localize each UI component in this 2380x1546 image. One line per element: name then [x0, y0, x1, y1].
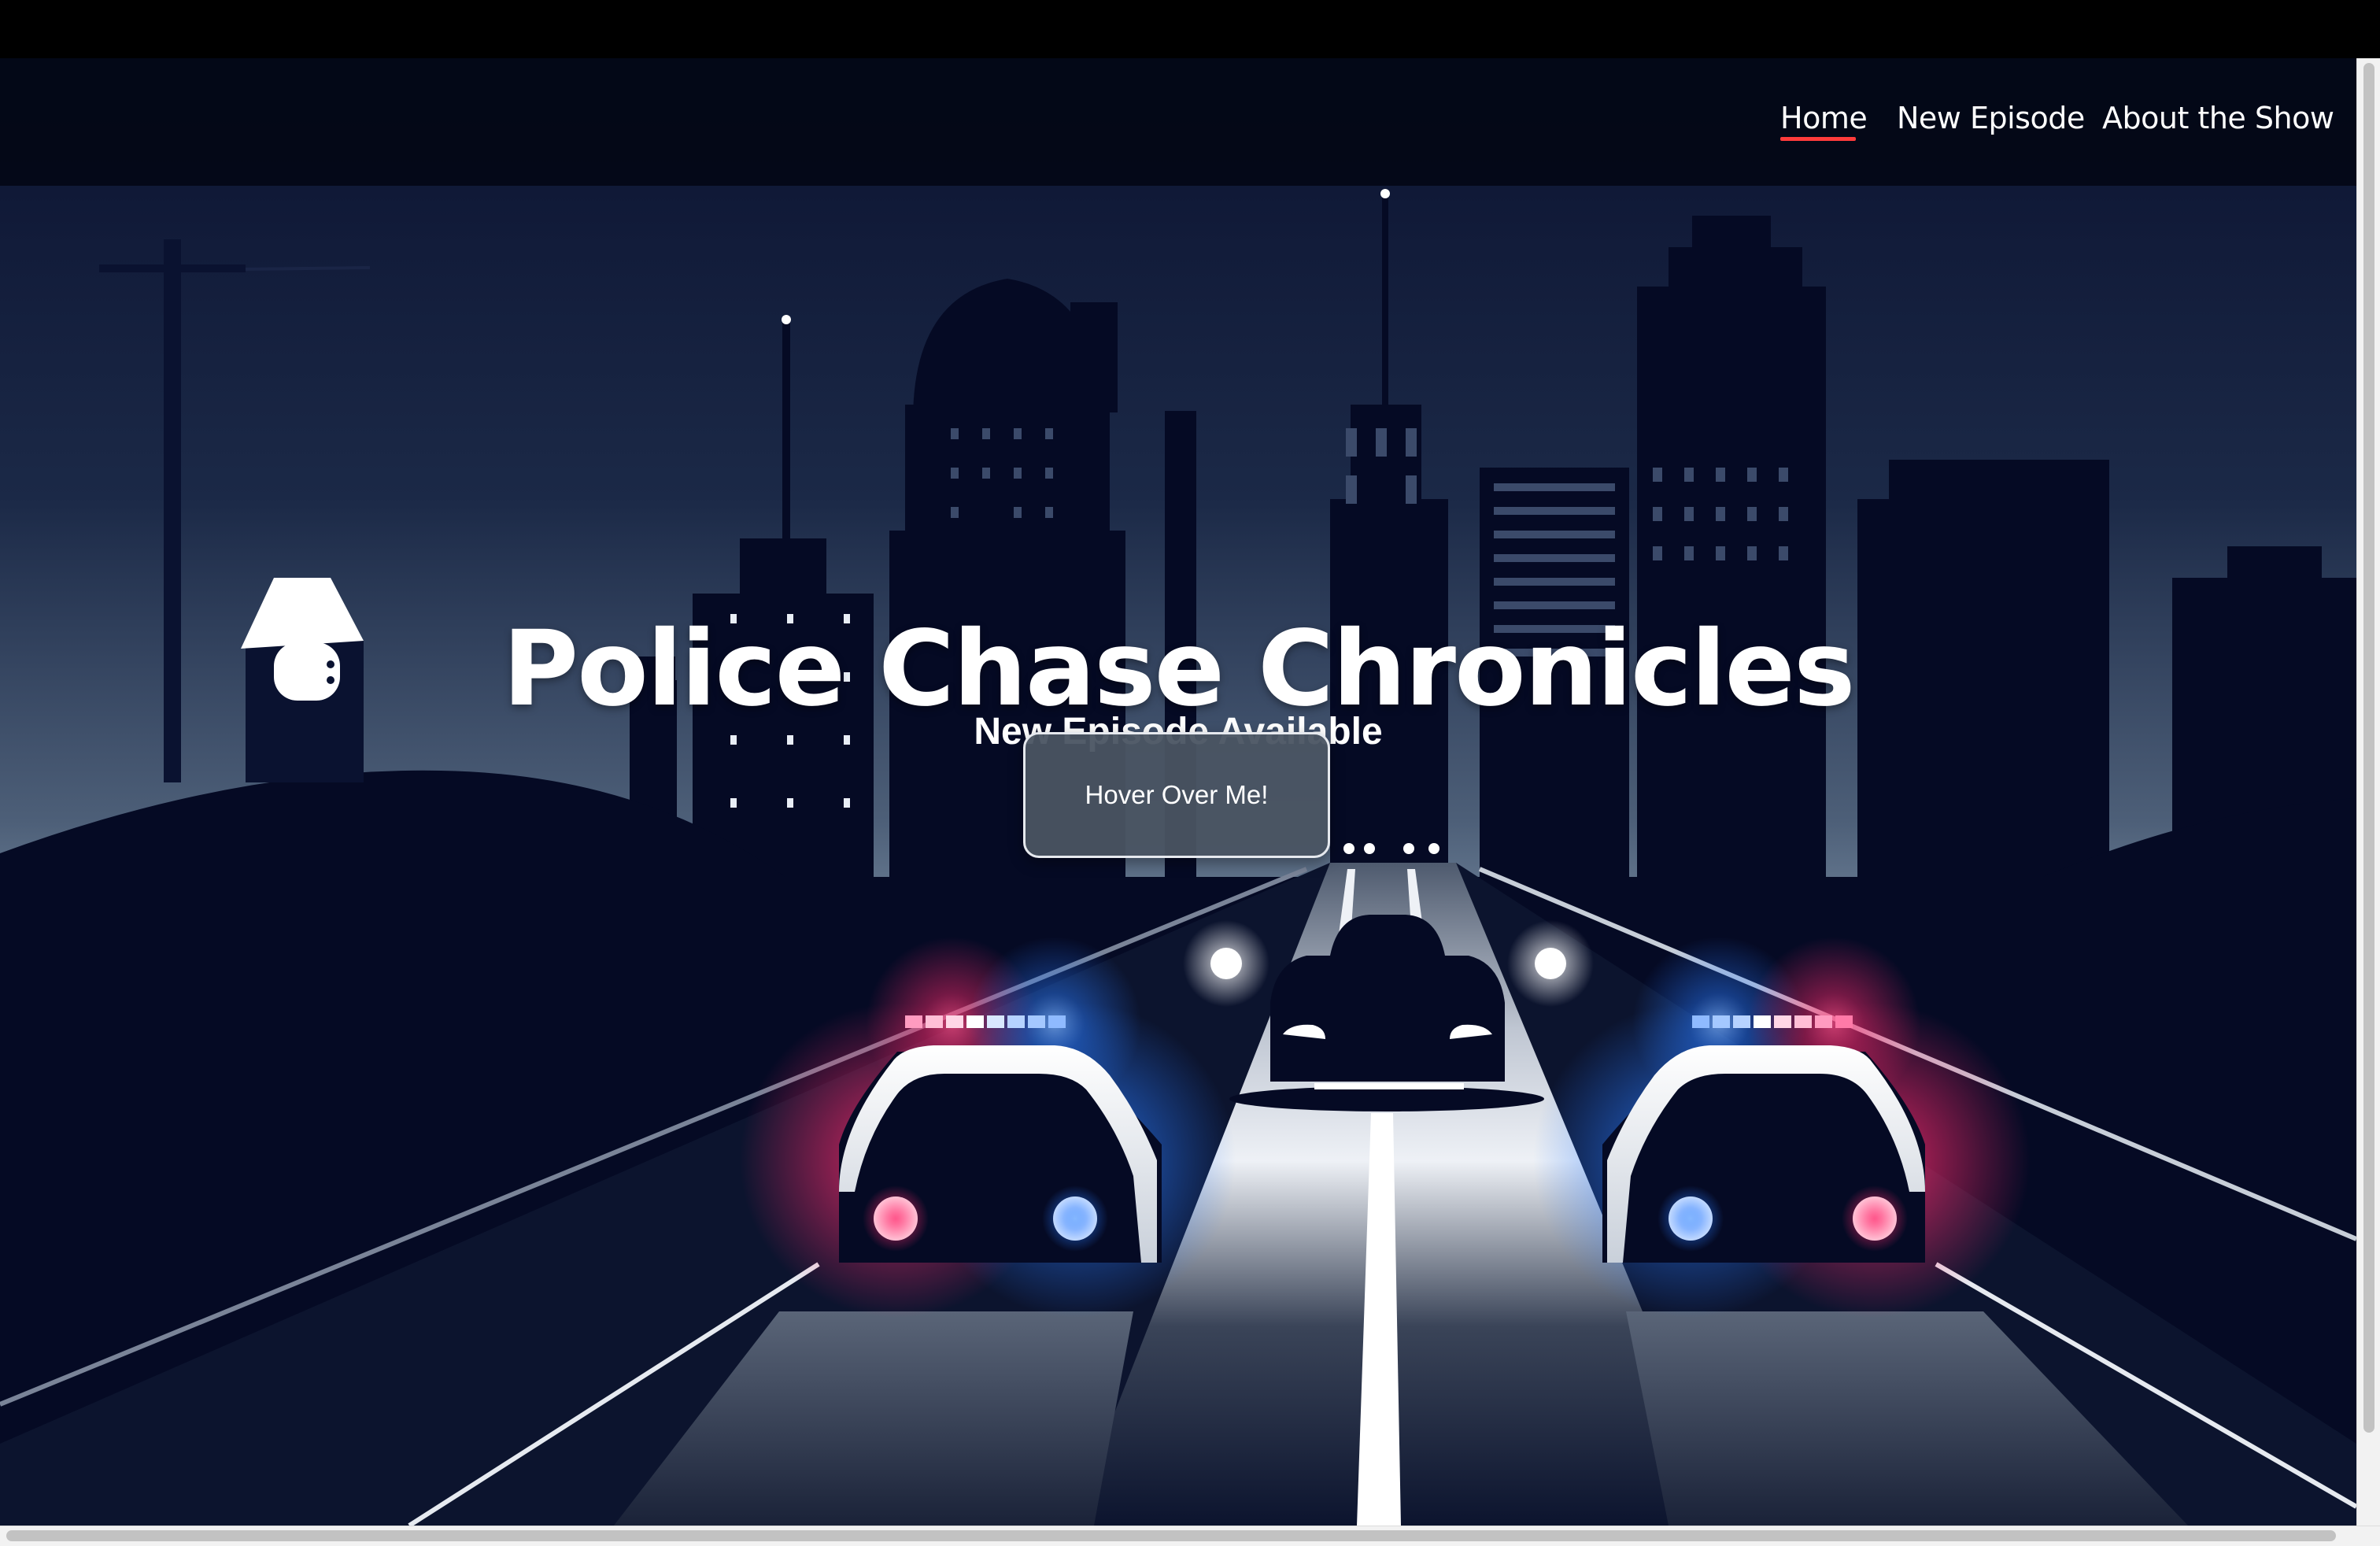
- hero-title: Police Chase Chronicles: [502, 608, 1855, 730]
- nav-link-new-episode[interactable]: New Episode: [1897, 101, 2085, 135]
- window-top-bar: [0, 0, 2380, 58]
- browser-window: Home New Episode About the Show Police C…: [0, 0, 2380, 1546]
- vertical-scrollbar-thumb[interactable]: [2363, 63, 2374, 1433]
- page-viewport: Home New Episode About the Show Police C…: [0, 58, 2356, 1526]
- nav-link-about-the-show[interactable]: About the Show: [2102, 101, 2334, 135]
- active-nav-underline: [1780, 137, 1856, 141]
- nav-link-home[interactable]: Home: [1780, 101, 1868, 135]
- hover-over-me-button[interactable]: Hover Over Me!: [1023, 732, 1330, 858]
- horizontal-scrollbar-thumb[interactable]: [6, 1530, 2336, 1541]
- site-navbar: Home New Episode About the Show: [0, 58, 2356, 186]
